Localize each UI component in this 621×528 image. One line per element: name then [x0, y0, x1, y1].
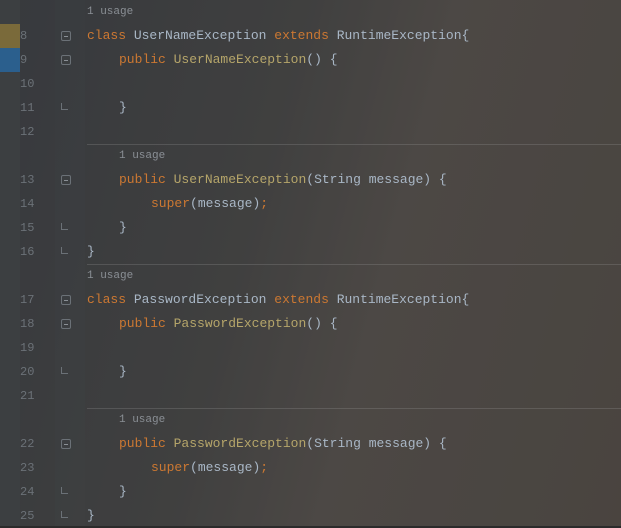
code-line[interactable] — [85, 72, 621, 96]
code-editor[interactable]: 8 9 10 11 12 13 14 15 16 17 18 19 20 21 … — [0, 0, 621, 526]
line-number[interactable]: 19 — [20, 336, 55, 360]
fold-gutter[interactable] — [55, 0, 85, 526]
line-number[interactable]: 22 — [20, 432, 55, 456]
fold-end-icon[interactable] — [61, 247, 71, 257]
line-number[interactable]: 17 — [20, 288, 55, 312]
line-number[interactable]: 10 — [20, 72, 55, 96]
code-line[interactable]: } — [85, 240, 621, 264]
code-line[interactable]: } — [85, 360, 621, 384]
code-line[interactable] — [85, 120, 621, 144]
fold-end-icon[interactable] — [61, 367, 71, 377]
fold-toggle-icon[interactable] — [61, 439, 71, 449]
fold-toggle-icon[interactable] — [61, 55, 71, 65]
code-line[interactable]: } — [85, 96, 621, 120]
marker-strip — [0, 0, 20, 526]
code-line[interactable] — [85, 336, 621, 360]
code-line[interactable]: class UserNameException extends RuntimeE… — [85, 24, 621, 48]
fold-end-icon[interactable] — [61, 223, 71, 233]
code-line[interactable]: public PasswordException() { — [85, 312, 621, 336]
fold-end-icon[interactable] — [61, 487, 71, 497]
line-number[interactable]: 11 — [20, 96, 55, 120]
usage-hint[interactable]: 1 usage — [87, 264, 133, 288]
line-number[interactable]: 9 — [20, 48, 55, 72]
code-line[interactable] — [85, 384, 621, 408]
line-number[interactable]: 18 — [20, 312, 55, 336]
line-number[interactable]: 23 — [20, 456, 55, 480]
line-number[interactable]: 8 — [20, 24, 55, 48]
code-line[interactable]: public UserNameException() { — [85, 48, 621, 72]
fold-end-icon[interactable] — [61, 103, 71, 113]
line-number[interactable]: 12 — [20, 120, 55, 144]
line-number[interactable]: 16 — [20, 240, 55, 264]
code-area[interactable]: 1 usage class UserNameException extends … — [85, 0, 621, 526]
usage-hint[interactable]: 1 usage — [87, 0, 133, 24]
line-number[interactable]: 20 — [20, 360, 55, 384]
line-number[interactable]: 13 — [20, 168, 55, 192]
code-line[interactable]: } — [85, 480, 621, 504]
code-line[interactable]: public UserNameException(String message)… — [85, 168, 621, 192]
fold-toggle-icon[interactable] — [61, 295, 71, 305]
fold-toggle-icon[interactable] — [61, 31, 71, 41]
code-line[interactable]: } — [85, 216, 621, 240]
fold-end-icon[interactable] — [61, 511, 71, 521]
usage-hint[interactable]: 1 usage — [119, 408, 165, 432]
code-line[interactable]: public PasswordException(String message)… — [85, 432, 621, 456]
marker-highlight-selected — [0, 48, 20, 72]
code-line[interactable]: } — [85, 504, 621, 528]
usage-hint[interactable]: 1 usage — [119, 144, 165, 168]
line-number[interactable]: 24 — [20, 480, 55, 504]
fold-toggle-icon[interactable] — [61, 175, 71, 185]
line-number[interactable]: 15 — [20, 216, 55, 240]
code-line[interactable]: class PasswordException extends RuntimeE… — [85, 288, 621, 312]
marker-highlight — [0, 24, 20, 48]
line-number[interactable]: 21 — [20, 384, 55, 408]
line-number[interactable]: 25 — [20, 504, 55, 528]
fold-toggle-icon[interactable] — [61, 319, 71, 329]
code-line[interactable]: super(message); — [85, 456, 621, 480]
line-number[interactable]: 14 — [20, 192, 55, 216]
line-number-gutter[interactable]: 8 9 10 11 12 13 14 15 16 17 18 19 20 21 … — [20, 0, 55, 526]
code-line[interactable]: super(message); — [85, 192, 621, 216]
